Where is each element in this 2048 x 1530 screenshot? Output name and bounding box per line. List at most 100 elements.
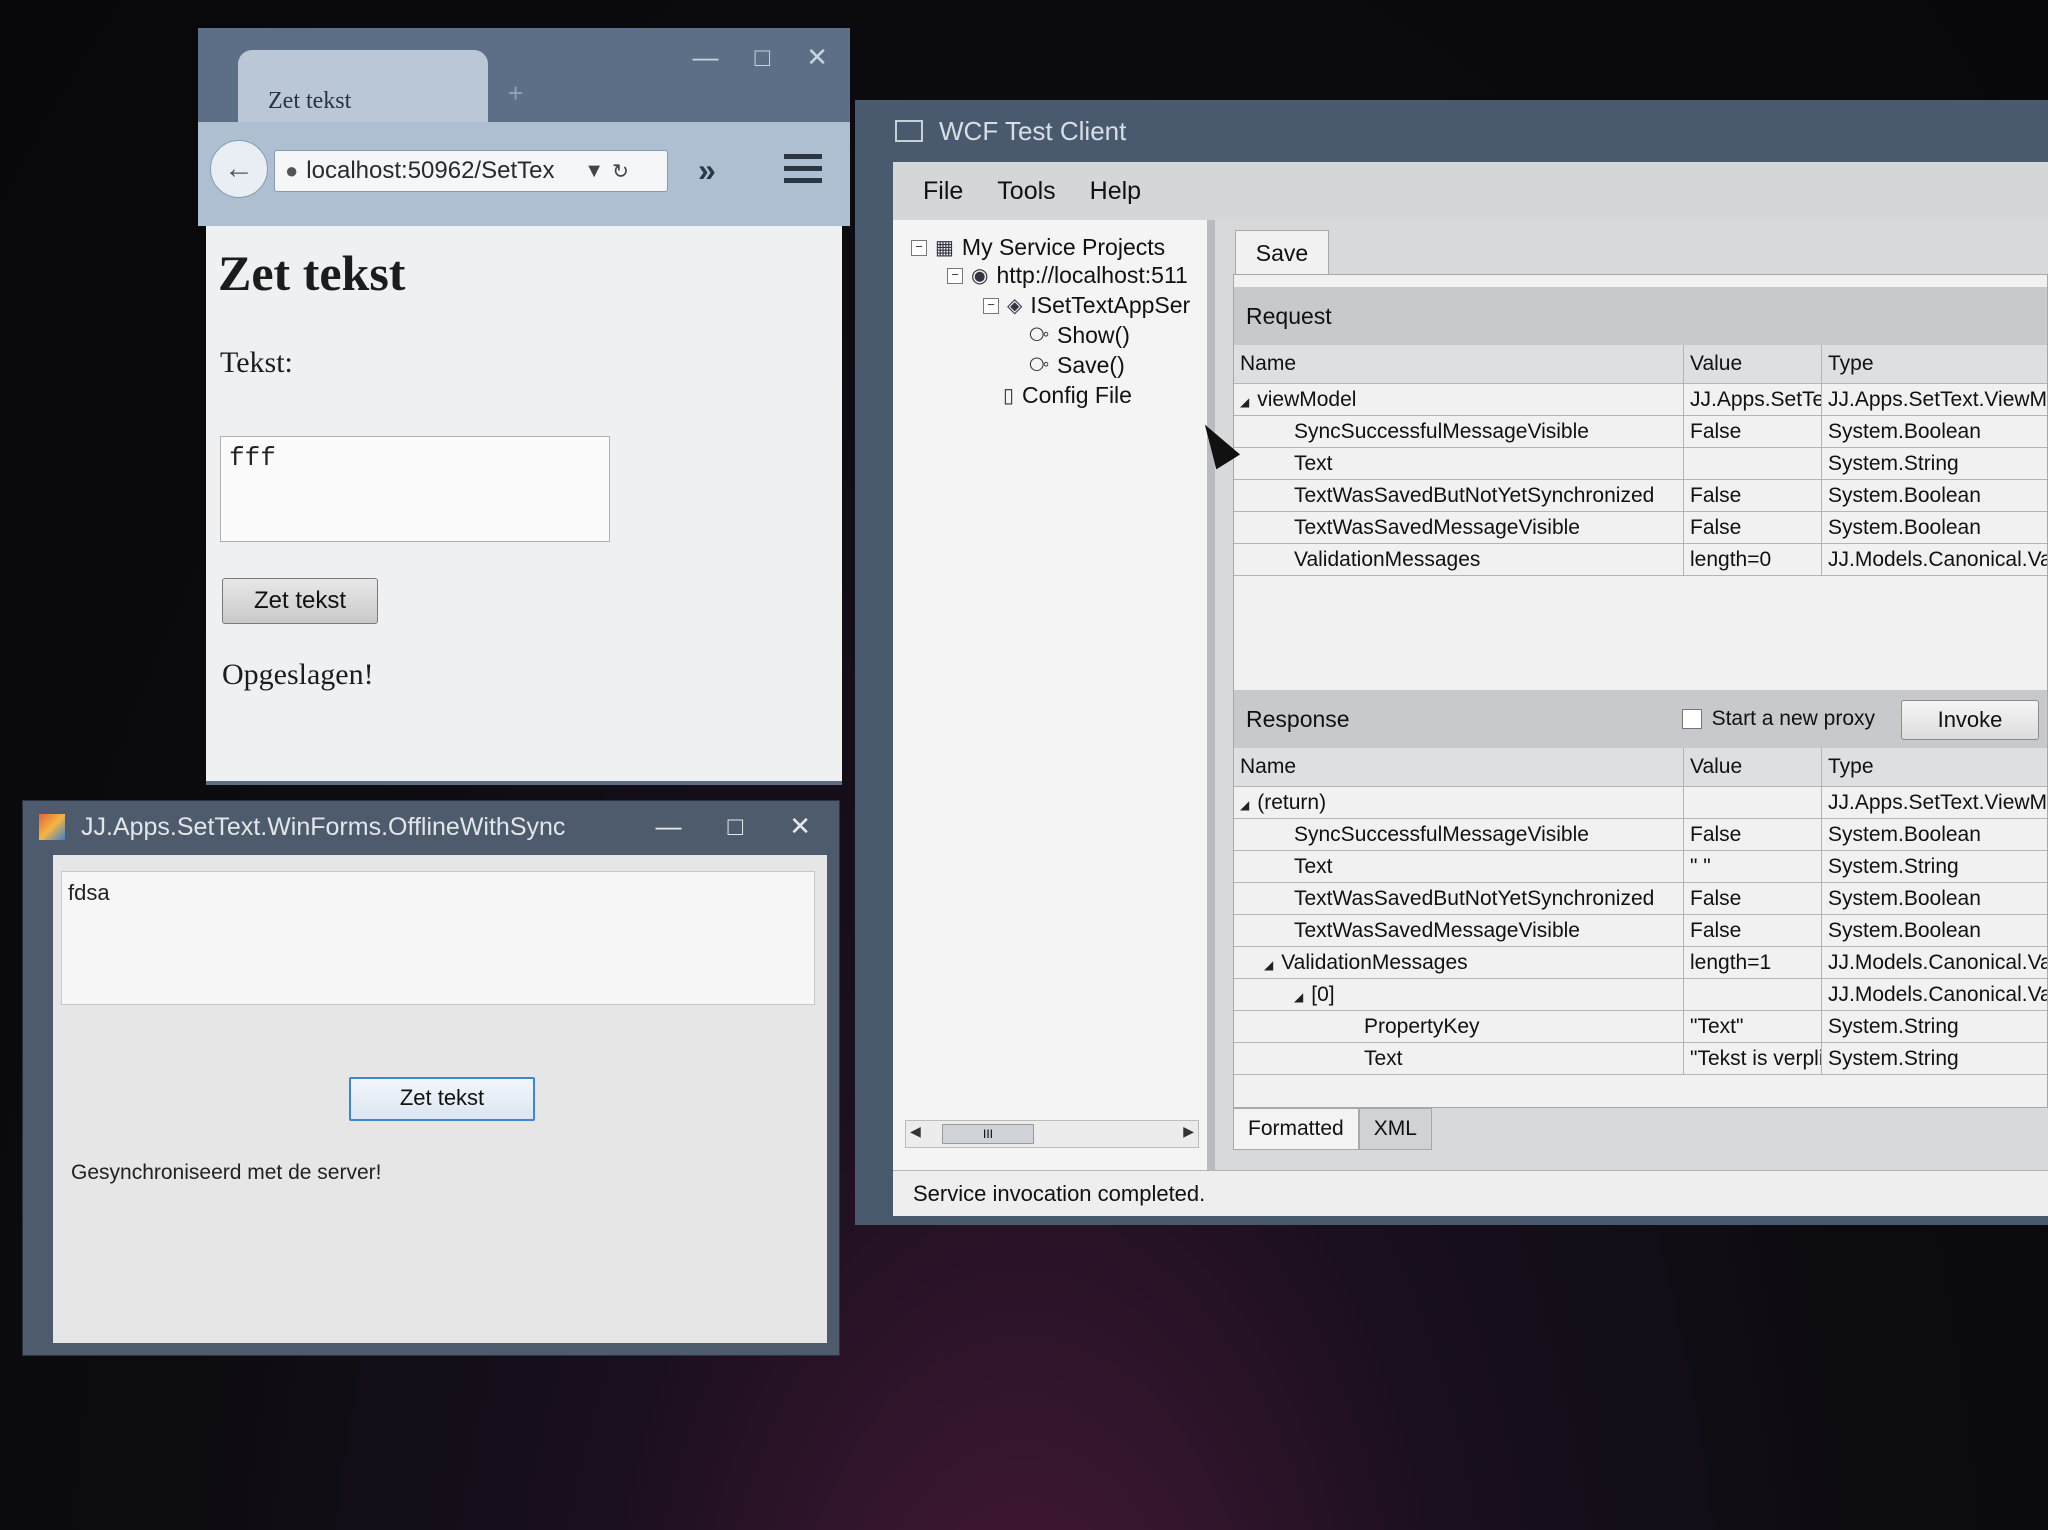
maximize-icon[interactable]: □ (754, 42, 770, 73)
operation-panel: Save Request Name Value Type ◢ viewModel … (1223, 220, 2048, 1170)
cell-value[interactable]: length=0 (1684, 544, 1822, 575)
tree-node-operation-save[interactable]: ⧂ Save() (1029, 352, 1125, 379)
cell-type: System.Boolean (1828, 919, 1981, 942)
cell-name: [0] (1311, 983, 1335, 1006)
tab-formatted[interactable]: Formatted (1233, 1108, 1359, 1150)
collapse-icon[interactable]: − (911, 239, 927, 256)
scroll-right-icon[interactable]: ▶ (1183, 1123, 1194, 1140)
column-name: Name (1234, 345, 1684, 383)
globe-icon: ● (285, 158, 299, 183)
address-url: localhost:50962/SetTex (306, 157, 555, 184)
start-new-proxy-checkbox[interactable]: Start a new proxy (1681, 690, 1875, 748)
text-input[interactable]: fff (220, 436, 610, 542)
text-input[interactable]: fdsa (61, 871, 815, 1005)
request-grid: Name Value Type ◢ viewModel JJ.Apps.SetTe… (1234, 345, 2047, 576)
cell-type: JJ.Apps.SetText.ViewMo (1828, 791, 2047, 814)
tab-xml[interactable]: XML (1358, 1108, 1432, 1150)
table-row[interactable]: ◢ (return) JJ.Apps.SetText.ViewMo (1234, 787, 2047, 819)
maximize-icon[interactable]: □ (727, 811, 743, 842)
winforms-window: JJ.Apps.SetText.WinForms.OfflineWithSync… (22, 800, 840, 1356)
tree-node-label: Config File (1022, 382, 1132, 408)
tab-save[interactable]: Save (1235, 230, 1329, 275)
menu-file[interactable]: File (923, 177, 963, 206)
table-row[interactable]: SyncSuccessfulMessageVisible False Syste… (1234, 819, 2047, 851)
tree-node-contract[interactable]: − ◈ ISetTextAppSer (983, 292, 1190, 319)
globe-icon: ◉ (971, 265, 989, 287)
cell-name: SyncSuccessfulMessageVisible (1234, 819, 1684, 850)
app-icon (895, 120, 923, 142)
wcf-body: − ▦ My Service Projects − ◉ http://local… (893, 220, 2048, 1170)
cell-value[interactable]: False (1684, 512, 1822, 543)
table-row[interactable]: ◢ ValidationMessages length=1 JJ.Models.C… (1234, 947, 2047, 979)
text-label: Tekst: (220, 346, 293, 379)
back-button[interactable]: ← (210, 140, 268, 198)
table-row[interactable]: Text "Tekst is verplicht." System.String (1234, 1043, 2047, 1075)
table-row[interactable]: SyncSuccessfulMessageVisible False Syste… (1234, 416, 2047, 448)
service-tree: − ▦ My Service Projects − ◉ http://local… (893, 220, 1215, 1170)
table-row[interactable]: ValidationMessages length=0 JJ.Models.Ca… (1234, 544, 2047, 576)
cell-value[interactable]: False (1684, 480, 1822, 511)
expand-triangle-icon[interactable]: ◢ (1264, 950, 1273, 978)
table-row[interactable]: TextWasSavedMessageVisible False System.… (1234, 915, 2047, 947)
collapse-icon[interactable]: − (947, 267, 963, 284)
table-row[interactable]: ◢ viewModel JJ.Apps.SetTe JJ.Apps.SetText… (1234, 384, 2047, 416)
overflow-chevron-icon[interactable]: » (698, 152, 716, 189)
cell-value[interactable]: False (1684, 416, 1822, 447)
minimize-icon[interactable]: — (692, 42, 718, 73)
collapse-icon[interactable]: − (983, 297, 999, 314)
minimize-icon[interactable]: — (655, 811, 681, 842)
cell-type: System.Boolean (1828, 887, 1981, 910)
cell-type: System.Boolean (1828, 823, 1981, 846)
tree-node-operation-show[interactable]: ⧂ Show() (1029, 322, 1130, 349)
expand-triangle-icon[interactable]: ◢ (1294, 982, 1303, 1010)
wcf-test-client-window: WCF Test Client – □ File Tools Help − ▦ … (855, 100, 2048, 1225)
scroll-left-icon[interactable]: ◀ (910, 1123, 921, 1140)
tree-node-root[interactable]: − ▦ My Service Projects (911, 234, 1165, 261)
address-bar[interactable]: ● localhost:50962/SetTex ▼ ↻ (274, 150, 668, 192)
checkbox-box[interactable] (1681, 709, 1702, 729)
page-heading: Zet tekst (218, 245, 406, 301)
tree-node-label: Save() (1057, 352, 1125, 378)
scroll-thumb[interactable]: III (942, 1124, 1034, 1144)
cell-value[interactable] (1684, 448, 1822, 479)
reload-icon[interactable]: ↻ (612, 159, 629, 184)
cell-value: "Tekst is verplicht." (1684, 1043, 1822, 1074)
close-icon[interactable]: ✕ (789, 811, 811, 842)
response-grid: Name Value Type ◢ (return) JJ.Apps.SetTex… (1234, 748, 2047, 1075)
status-bar: Service invocation completed. (893, 1170, 2048, 1216)
column-name: Name (1234, 748, 1684, 786)
submit-button[interactable]: Zet tekst (349, 1077, 535, 1121)
cell-name: SyncSuccessfulMessageVisible (1234, 416, 1684, 447)
table-row[interactable]: TextWasSavedMessageVisible False System.… (1234, 512, 2047, 544)
winforms-client-area: fdsa Zet tekst Gesynchroniseerd met de s… (53, 855, 827, 1343)
menu-help[interactable]: Help (1090, 177, 1141, 206)
table-row[interactable]: Text System.String (1234, 448, 2047, 480)
browser-page: Zet tekst Tekst: fff Zet tekst Opgeslage… (206, 226, 842, 785)
expand-triangle-icon[interactable]: ◢ (1240, 790, 1249, 818)
cell-type: System.String (1828, 452, 1959, 475)
table-row[interactable]: PropertyKey "Text" System.String (1234, 1011, 2047, 1043)
menu-tools[interactable]: Tools (997, 177, 1055, 206)
table-row[interactable]: TextWasSavedButNotYetSynchronized False … (1234, 480, 2047, 512)
dropdown-arrow-icon[interactable]: ▼ (584, 160, 604, 183)
table-row[interactable]: Text " " System.String (1234, 851, 2047, 883)
cell-name: TextWasSavedButNotYetSynchronized (1234, 480, 1684, 511)
browser-tab[interactable]: Zet tekst (238, 50, 488, 122)
submit-button[interactable]: Zet tekst (222, 578, 378, 624)
new-tab-button[interactable]: + (508, 78, 523, 109)
table-row[interactable]: ◢ [0] JJ.Models.Canonical.Valic (1234, 979, 2047, 1011)
cell-name: TextWasSavedButNotYetSynchronized (1234, 883, 1684, 914)
cell-type: System.Boolean (1828, 420, 1981, 443)
horizontal-scrollbar[interactable]: ◀ III ▶ (905, 1120, 1199, 1148)
tree-node-endpoint[interactable]: − ◉ http://localhost:511 (947, 262, 1188, 289)
cell-value[interactable]: JJ.Apps.SetTe (1684, 384, 1822, 415)
close-icon[interactable]: ✕ (806, 42, 828, 73)
browser-window-controls: — □ ✕ (692, 42, 828, 73)
saved-message: Opgeslagen! (222, 658, 374, 691)
hamburger-menu-icon[interactable] (784, 154, 822, 190)
request-label: Request (1246, 303, 1332, 329)
tree-node-config-file[interactable]: ▯ Config File (1003, 382, 1132, 409)
expand-triangle-icon[interactable]: ◢ (1240, 387, 1249, 415)
invoke-button[interactable]: Invoke (1901, 700, 2039, 740)
table-row[interactable]: TextWasSavedButNotYetSynchronized False … (1234, 883, 2047, 915)
